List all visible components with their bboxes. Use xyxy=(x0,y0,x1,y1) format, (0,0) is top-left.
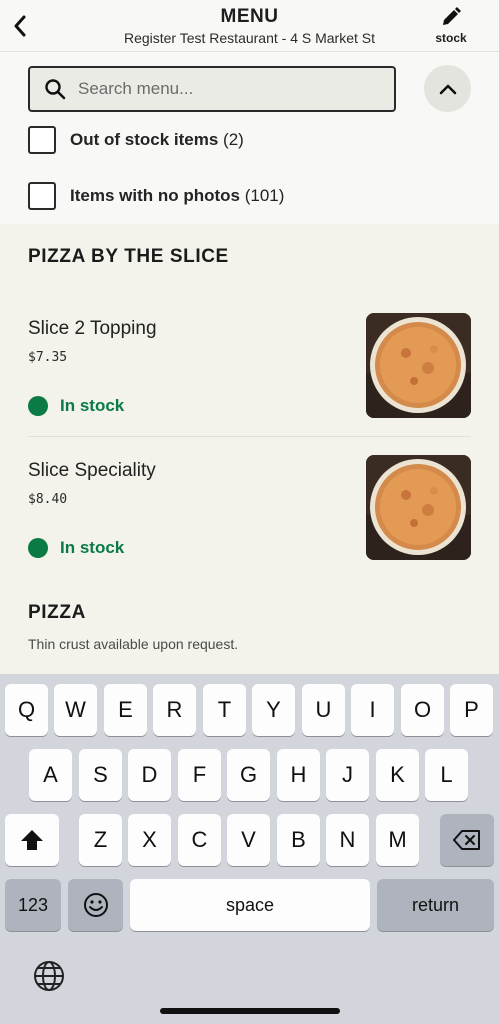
key-m[interactable]: M xyxy=(376,814,419,866)
out-of-stock-filter[interactable]: Out of stock items (2) xyxy=(28,126,244,154)
globe-icon[interactable] xyxy=(32,959,66,993)
backspace-icon xyxy=(453,830,480,850)
section-description: Thin crust available upon request. xyxy=(28,636,239,652)
pizza-photo xyxy=(366,313,471,418)
key-z[interactable]: Z xyxy=(79,814,122,866)
key-c[interactable]: C xyxy=(178,814,221,866)
stock-button[interactable]: stock xyxy=(429,6,473,48)
space-key[interactable]: space xyxy=(130,879,370,931)
emoji-key[interactable] xyxy=(68,879,123,931)
key-g[interactable]: G xyxy=(227,749,270,801)
pizza-photo xyxy=(366,455,471,560)
stock-status: In stock xyxy=(28,396,124,416)
key-k[interactable]: K xyxy=(376,749,419,801)
numbers-key[interactable]: 123 xyxy=(5,879,61,931)
key-h[interactable]: H xyxy=(277,749,320,801)
out-of-stock-label: Out of stock items xyxy=(70,130,219,149)
shift-icon xyxy=(21,830,43,850)
item-name: Slice 2 Topping xyxy=(28,318,157,339)
status-dot xyxy=(28,538,48,558)
no-photos-label: Items with no photos xyxy=(70,186,240,205)
key-v[interactable]: V xyxy=(227,814,270,866)
key-d[interactable]: D xyxy=(128,749,171,801)
stock-label: stock xyxy=(435,31,467,45)
key-o[interactable]: O xyxy=(401,684,444,736)
key-l[interactable]: L xyxy=(425,749,468,801)
menu-item[interactable]: Slice Speciality $8.40 In stock xyxy=(28,455,471,598)
status-label: In stock xyxy=(60,396,125,415)
out-of-stock-count: (2) xyxy=(223,130,244,149)
collapse-filters-button[interactable] xyxy=(424,65,471,112)
key-p[interactable]: P xyxy=(450,684,493,736)
chevron-up-icon xyxy=(439,84,456,94)
no-photos-checkbox[interactable] xyxy=(28,182,56,210)
no-photos-filter[interactable]: Items with no photos (101) xyxy=(28,182,284,210)
status-dot xyxy=(28,396,48,416)
item-price: $7.35 xyxy=(28,350,68,365)
key-y[interactable]: Y xyxy=(252,684,295,736)
key-b[interactable]: B xyxy=(277,814,320,866)
divider xyxy=(28,436,471,437)
key-w[interactable]: W xyxy=(54,684,97,736)
key-e[interactable]: E xyxy=(104,684,147,736)
section-title: PIZZA xyxy=(28,602,86,623)
search-icon xyxy=(45,79,66,100)
shift-key[interactable] xyxy=(5,814,59,866)
section-title: PIZZA BY THE SLICE xyxy=(28,246,229,267)
top-bar: MENU Register Test Restaurant - 4 S Mark… xyxy=(0,0,499,52)
key-i[interactable]: I xyxy=(351,684,394,736)
filter-panel: Out of stock items (2) Items with no pho… xyxy=(0,52,499,224)
page-title: MENU xyxy=(220,6,279,27)
key-r[interactable]: R xyxy=(153,684,196,736)
emoji-icon xyxy=(83,893,108,917)
key-u[interactable]: U xyxy=(302,684,345,736)
key-a[interactable]: A xyxy=(29,749,72,801)
key-n[interactable]: N xyxy=(326,814,369,866)
item-price: $8.40 xyxy=(28,492,68,507)
no-photos-count: (101) xyxy=(244,186,285,205)
search-input[interactable] xyxy=(78,79,358,99)
key-j[interactable]: J xyxy=(326,749,369,801)
status-label: In stock xyxy=(60,538,125,557)
key-x[interactable]: X xyxy=(128,814,171,866)
key-q[interactable]: Q xyxy=(5,684,48,736)
return-key[interactable]: return xyxy=(377,879,494,931)
stock-status: In stock xyxy=(28,538,124,558)
delete-key[interactable] xyxy=(440,814,494,866)
key-s[interactable]: S xyxy=(79,749,122,801)
out-of-stock-checkbox[interactable] xyxy=(28,126,56,154)
search-box[interactable] xyxy=(28,66,396,112)
restaurant-name: Register Test Restaurant - 4 S Market St xyxy=(123,30,376,46)
pencil-icon xyxy=(443,7,461,25)
key-f[interactable]: F xyxy=(178,749,221,801)
item-name: Slice Speciality xyxy=(28,460,156,481)
key-t[interactable]: T xyxy=(203,684,246,736)
on-screen-keyboard: Q W E R T Y U I O P A S D F G H J K L Z … xyxy=(0,674,499,1024)
menu-list: PIZZA BY THE SLICE Slice 2 Topping $7.35… xyxy=(0,224,499,674)
home-indicator xyxy=(160,1008,340,1014)
